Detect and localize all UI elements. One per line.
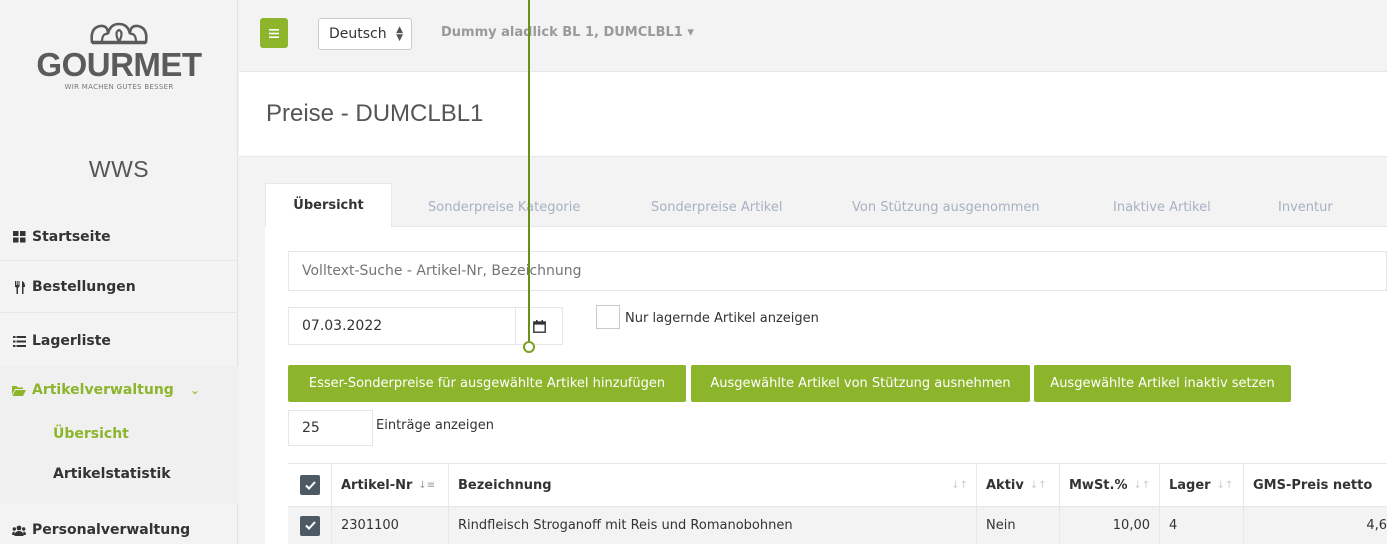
- check-icon: [304, 521, 316, 530]
- menu-toggle-button[interactable]: [260, 18, 288, 48]
- sort-icon: ↓↑: [1216, 479, 1234, 491]
- table-row[interactable]: 2301100 Rindfleisch Stroganoff mit Reis …: [288, 507, 1387, 544]
- cell-bezeichnung: Rindfleisch Stroganoff mit Reis und Roma…: [449, 507, 977, 544]
- sidebar-item-lagerliste[interactable]: Lagerliste: [0, 323, 238, 359]
- language-value: Deutsch: [329, 26, 387, 42]
- column-header-aktiv[interactable]: Aktiv ↓↑: [977, 464, 1060, 506]
- tab-inventur[interactable]: Inventur: [1278, 200, 1333, 215]
- calendar-button[interactable]: [515, 307, 563, 345]
- annotation-pointer-dot: [523, 341, 535, 353]
- cell-lager: 4: [1160, 507, 1244, 544]
- tab-uebersicht[interactable]: Übersicht: [265, 183, 392, 227]
- page-header: Preise - DUMCLBL1: [239, 72, 1387, 157]
- tab-inaktive-artikel[interactable]: Inaktive Artikel: [1113, 200, 1211, 215]
- only-stock-label: Nur lagernde Artikel anzeigen: [625, 311, 819, 326]
- sidebar-item-label: Bestellungen: [32, 279, 136, 295]
- sort-icon: ↓↑: [1029, 479, 1047, 491]
- column-header-artikel-nr[interactable]: Artikel-Nr ↓≡: [332, 464, 449, 506]
- brand-logo[interactable]: GOURMET WIR MACHEN GUTES BESSER: [10, 20, 228, 91]
- column-label: Aktiv: [986, 477, 1024, 493]
- folder-open-icon: [12, 383, 26, 397]
- hamburger-icon: [269, 28, 279, 38]
- cell-aktiv: Nein: [977, 507, 1060, 544]
- app-name: WWS: [88, 156, 150, 182]
- column-header-bezeichnung[interactable]: Bezeichnung ↓↑: [449, 464, 977, 506]
- page-length-label: Einträge anzeigen: [376, 418, 494, 433]
- annotation-pointer-line: [528, 0, 530, 344]
- sidebar-item-label: Startseite: [32, 229, 111, 245]
- column-label: Artikel-Nr: [341, 477, 413, 493]
- submenu-item-uebersicht[interactable]: Übersicht: [53, 426, 129, 442]
- cutlery-icon: [12, 280, 26, 294]
- sort-icon: ↓↑: [951, 479, 968, 491]
- list-icon: [12, 334, 26, 348]
- select-all-checkbox[interactable]: [300, 475, 320, 495]
- tenant-dropdown[interactable]: Dummy aladlick BL 1, DUMCLBL1 ▾: [441, 25, 694, 40]
- exclude-from-support-button[interactable]: Ausgewählte Artikel von Stützung ausnehm…: [691, 365, 1030, 402]
- set-inactive-button[interactable]: Ausgewählte Artikel inaktiv setzen: [1034, 365, 1291, 402]
- brand-name: GOURMET: [36, 46, 202, 83]
- tab-sonderpreise-artikel[interactable]: Sonderpreise Artikel: [651, 200, 783, 215]
- check-icon: [304, 480, 316, 490]
- page-length-select[interactable]: [288, 410, 373, 446]
- row-checkbox[interactable]: [300, 515, 320, 536]
- divider: [0, 312, 238, 313]
- language-select[interactable]: Deutsch ▲ ▼: [318, 18, 412, 50]
- sidebar-item-label: Artikelverwaltung: [32, 382, 174, 398]
- sidebar-item-personalverwaltung[interactable]: Personalverwaltung: [0, 512, 238, 544]
- column-label: Bezeichnung: [458, 477, 552, 493]
- column-header-mwst[interactable]: MwSt.% ↓↑: [1060, 464, 1160, 506]
- column-label: MwSt.%: [1069, 477, 1128, 493]
- users-icon: [12, 523, 26, 537]
- divider: [0, 260, 238, 261]
- date-field[interactable]: [288, 307, 516, 345]
- fulltext-search-input[interactable]: [288, 251, 1387, 291]
- sort-icon: ↓↑: [1133, 479, 1151, 491]
- crown-icon: [90, 22, 148, 45]
- column-label: GMS-Preis netto: [1253, 477, 1373, 493]
- page-title: Preise - DUMCLBL1: [266, 100, 484, 127]
- sidebar-item-label: Personalverwaltung: [32, 522, 191, 538]
- column-header-gms-preis[interactable]: GMS-Preis netto: [1244, 464, 1387, 506]
- select-all-cell: [288, 464, 332, 506]
- add-special-prices-button[interactable]: Esser-Sonderpreise für ausgewählte Artik…: [288, 365, 686, 402]
- calendar-icon: [532, 319, 546, 333]
- column-header-lager[interactable]: Lager ↓↑: [1160, 464, 1244, 506]
- select-arrows-icon: ▲ ▼: [396, 25, 403, 43]
- top-navbar: Deutsch ▲ ▼ Dummy aladlick BL 1, DUMCLBL1…: [239, 0, 1387, 72]
- sidebar-item-artikelverwaltung[interactable]: Artikelverwaltung ⌄: [0, 366, 238, 414]
- sidebar-item-bestellungen[interactable]: Bestellungen: [0, 269, 238, 305]
- chevron-down-icon: ⌄: [189, 383, 200, 397]
- sort-asc-icon: ↓≡: [418, 479, 436, 491]
- column-label: Lager: [1169, 477, 1211, 493]
- submenu-item-artikelstatistik[interactable]: Artikelstatistik: [53, 466, 171, 482]
- row-select-cell: [288, 507, 332, 544]
- sidebar-item-label: Lagerliste: [32, 333, 111, 349]
- cell-mwst: 10,00: [1060, 507, 1160, 544]
- brand-tagline: WIR MACHEN GUTES BESSER: [64, 83, 174, 91]
- submenu-artikelverwaltung: Übersicht Artikelstatistik: [0, 414, 238, 504]
- tab-sonderpreise-kategorie[interactable]: Sonderpreise Kategorie: [428, 200, 580, 215]
- cell-artikel-nr: 2301100: [332, 507, 449, 544]
- tab-von-stuetzung-ausgenommen[interactable]: Von Stützung ausgenommen: [852, 200, 1040, 215]
- sidebar-item-startseite[interactable]: Startseite: [0, 219, 238, 255]
- cell-gms-preis: 4,6: [1366, 518, 1387, 533]
- only-stock-checkbox[interactable]: [596, 305, 620, 329]
- grid-icon: [12, 230, 26, 244]
- sidebar: GOURMET WIR MACHEN GUTES BESSER WWS Star…: [0, 0, 238, 544]
- table-header: Artikel-Nr ↓≡ Bezeichnung ↓↑ Aktiv ↓↑ Mw…: [288, 463, 1387, 507]
